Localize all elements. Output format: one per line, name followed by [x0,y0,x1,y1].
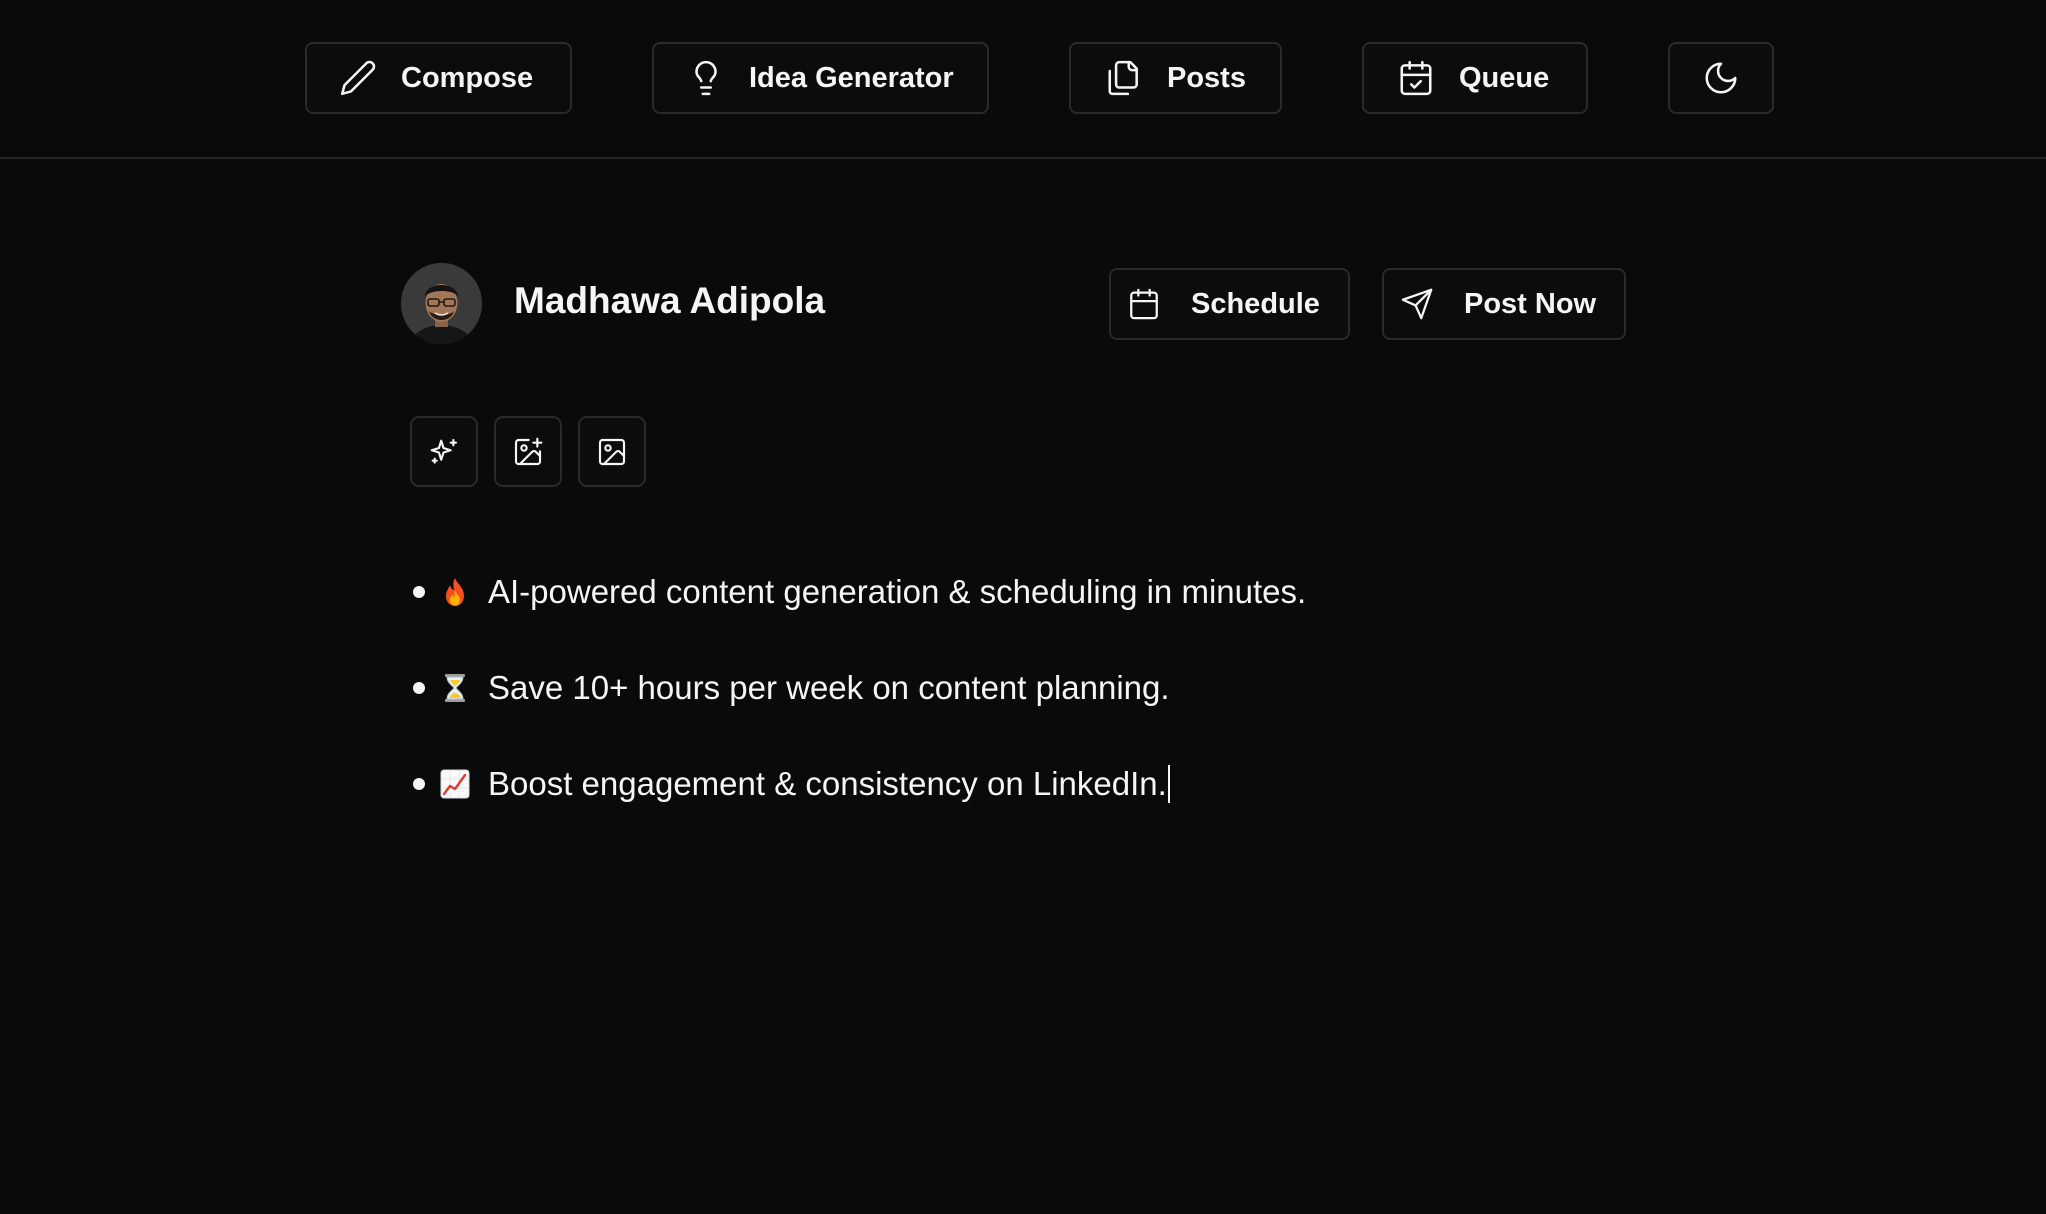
theme-toggle-button[interactable] [1668,42,1774,114]
moon-icon [1702,59,1740,97]
documents-icon [1105,59,1143,97]
sparkles-icon [428,436,460,468]
image-add-icon [512,436,544,468]
schedule-label: Schedule [1191,287,1320,320]
compose-button[interactable]: Compose [305,42,572,114]
post-editor[interactable]: AI-powered content generation & scheduli… [400,555,1700,855]
list-item: AI-powered content generation & scheduli… [400,570,1306,614]
idea-generator-button[interactable]: Idea Generator [652,42,989,114]
list-item: Boost engagement & consistency on Linked… [400,762,1170,806]
bullet-text: Boost engagement & consistency on Linked… [488,765,1167,802]
top-navigation-bar: Compose Idea Generator Posts Queue [0,0,2046,159]
queue-label: Queue [1459,61,1550,94]
author-name: Madhawa Adipola [514,280,826,321]
bullet-dot [413,778,425,790]
image-button[interactable] [578,416,646,487]
posts-button[interactable]: Posts [1069,42,1282,114]
idea-generator-label: Idea Generator [749,61,954,94]
bullet-text: AI-powered content generation & scheduli… [488,573,1307,610]
queue-button[interactable]: Queue [1362,42,1588,114]
lightbulb-icon [687,59,725,97]
calendar-icon [1127,287,1161,321]
post-now-button[interactable]: Post Now [1382,268,1626,340]
add-image-button[interactable] [494,416,562,487]
text-cursor [1167,765,1170,803]
send-icon [1400,287,1434,321]
chart-increasing-icon [440,769,470,799]
schedule-button[interactable]: Schedule [1109,268,1350,340]
fire-icon [440,577,470,607]
bullet-text: Save 10+ hours per week on content plann… [488,669,1170,706]
compose-label: Compose [401,61,534,94]
image-icon [596,436,628,468]
post-now-label: Post Now [1464,287,1597,320]
posts-label: Posts [1167,61,1246,94]
calendar-check-icon [1397,59,1435,97]
hourglass-icon [440,673,470,703]
list-item: Save 10+ hours per week on content plann… [400,666,1170,710]
avatar [401,263,482,344]
bullet-dot [413,586,425,598]
bullet-dot [413,682,425,694]
ai-generate-button[interactable] [410,416,478,487]
pencil-icon [339,59,377,97]
